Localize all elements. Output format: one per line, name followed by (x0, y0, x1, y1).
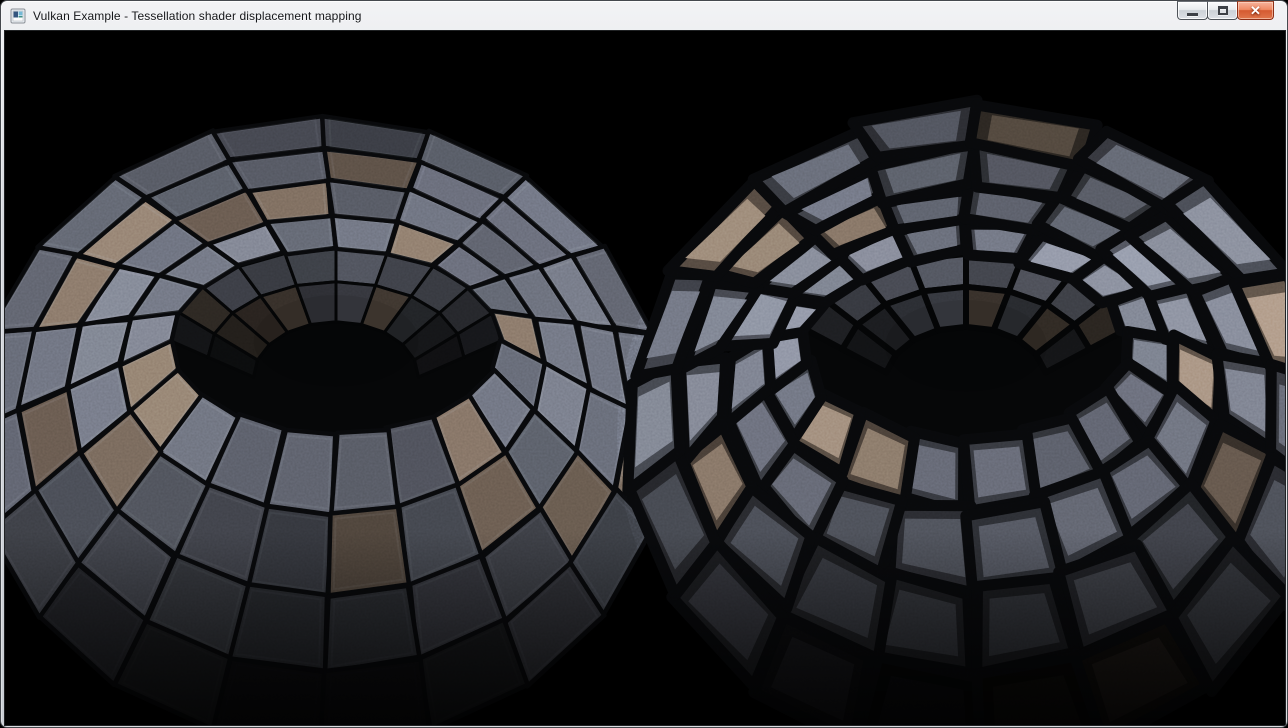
window-title: Vulkan Example - Tessellation shader dis… (33, 9, 362, 23)
maximize-icon (1218, 6, 1228, 15)
close-button[interactable]: ✕ (1237, 1, 1274, 20)
minimize-button[interactable] (1177, 1, 1208, 20)
vulkan-scene (5, 31, 1285, 725)
close-icon: ✕ (1250, 4, 1261, 17)
titlebar[interactable]: Vulkan Example - Tessellation shader dis… (1, 1, 1287, 30)
maximize-button[interactable] (1207, 1, 1238, 20)
app-icon[interactable] (10, 8, 26, 24)
render-viewport[interactable] (5, 31, 1285, 725)
minimize-icon (1187, 13, 1198, 16)
app-window: Vulkan Example - Tessellation shader dis… (0, 0, 1288, 728)
window-controls: ✕ (1178, 1, 1274, 20)
